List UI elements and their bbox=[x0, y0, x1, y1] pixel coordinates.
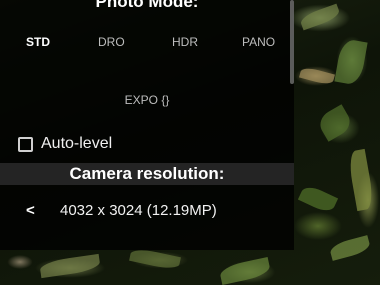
settings-popup: Photo Mode: STD DRO HDR PANO EXPO {} Aut… bbox=[0, 0, 294, 250]
mode-dro-button[interactable]: DRO bbox=[98, 32, 125, 52]
mode-std-button[interactable]: STD bbox=[26, 32, 50, 52]
auto-level-toggle[interactable]: Auto-level bbox=[18, 133, 112, 155]
auto-level-checkbox[interactable] bbox=[18, 136, 33, 152]
resolution-selector: < 4032 x 3024 (12.19MP) bbox=[0, 200, 294, 222]
mode-pano-button[interactable]: PANO bbox=[242, 32, 275, 52]
expo-bracketing-button[interactable]: EXPO {} bbox=[0, 90, 294, 110]
previous-resolution-button[interactable]: < bbox=[26, 200, 40, 222]
camera-resolution-title: Camera resolution: bbox=[0, 163, 294, 185]
auto-level-label: Auto-level bbox=[41, 135, 113, 152]
resolution-value: 4032 x 3024 (12.19MP) bbox=[60, 202, 217, 219]
mode-hdr-button[interactable]: HDR bbox=[172, 32, 198, 52]
photo-mode-title: Photo Mode: bbox=[95, 0, 199, 11]
camera-app: Photo Mode: STD DRO HDR PANO EXPO {} Aut… bbox=[0, 0, 380, 285]
photo-mode-selector: STD DRO HDR PANO bbox=[0, 32, 294, 52]
popup-scrollbar[interactable] bbox=[290, 0, 294, 84]
